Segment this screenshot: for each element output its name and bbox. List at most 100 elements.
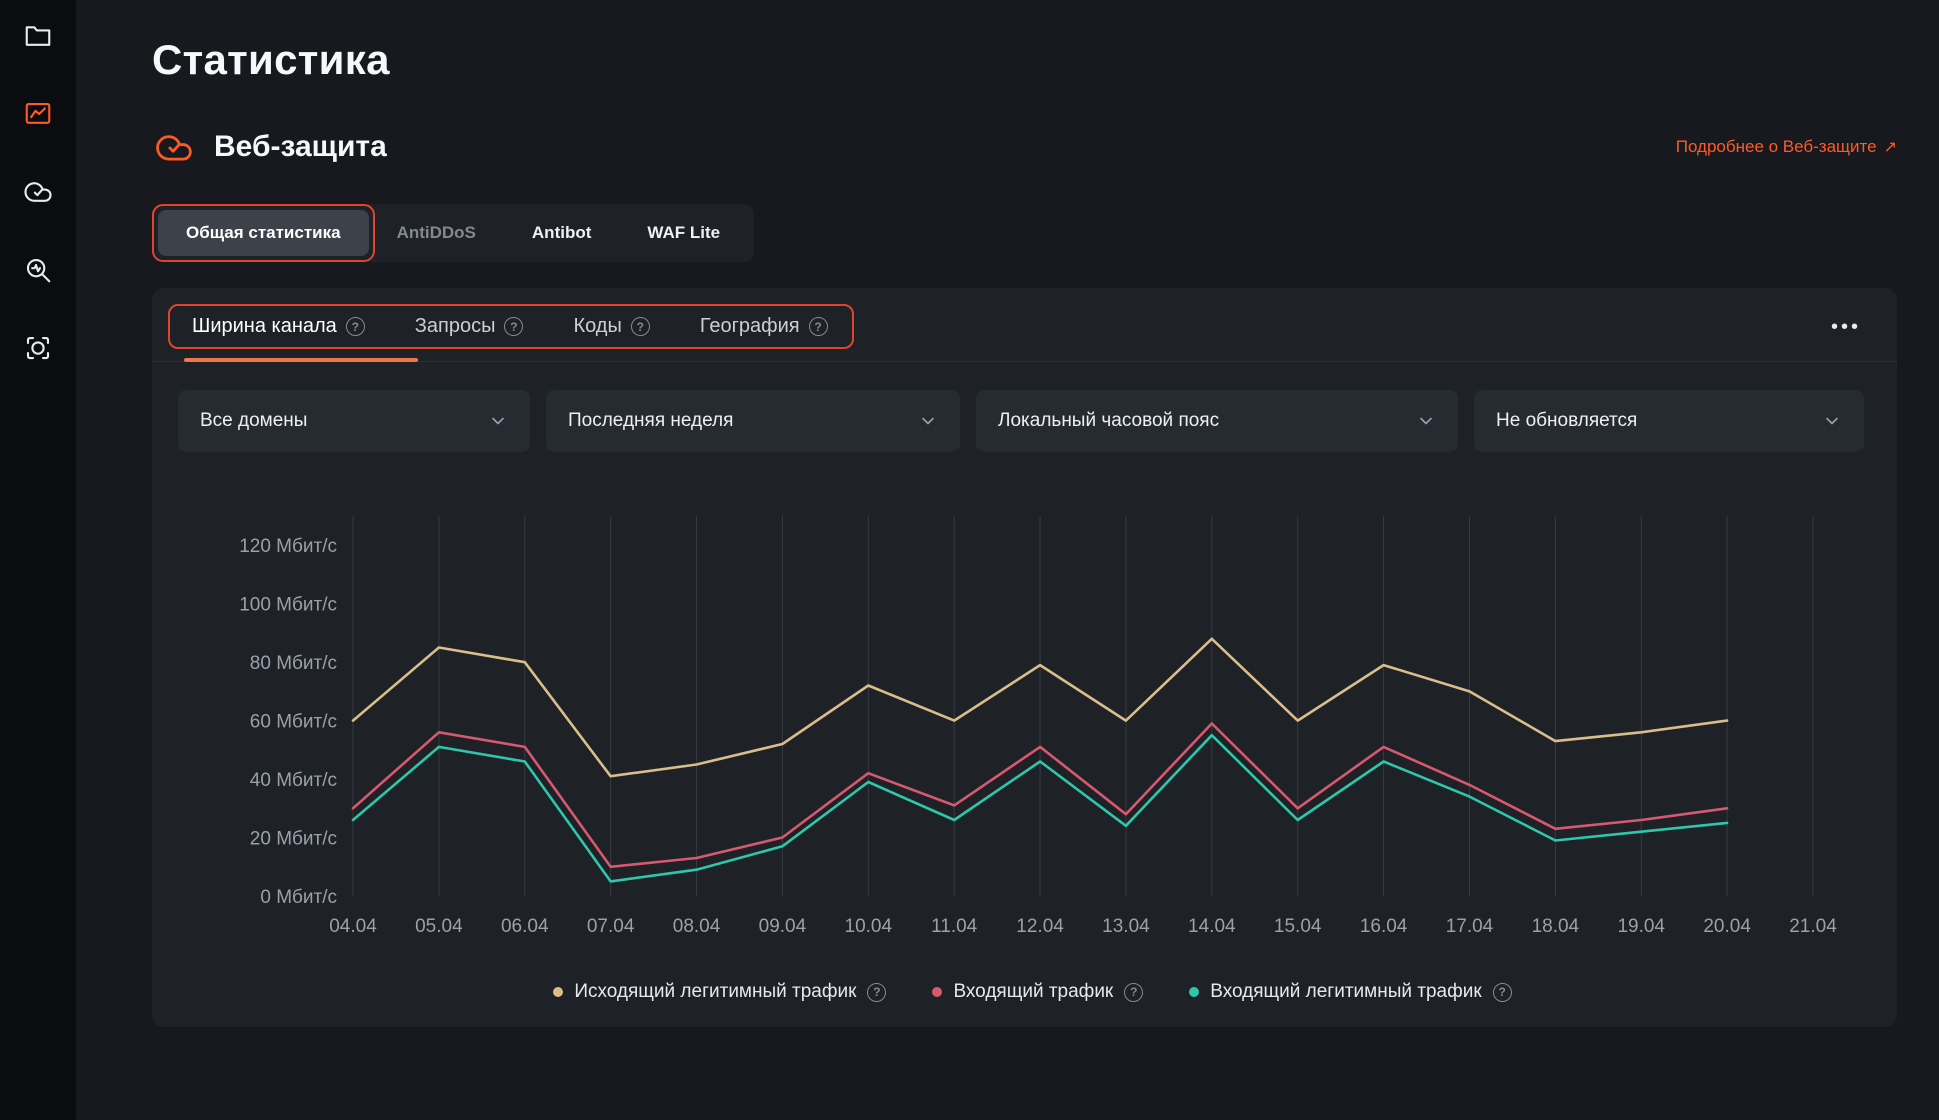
svg-text:10.04: 10.04 — [845, 916, 893, 937]
svg-text:19.04: 19.04 — [1617, 916, 1665, 937]
svg-text:20.04: 20.04 — [1703, 916, 1751, 937]
subtab-label: Запросы — [415, 315, 496, 338]
help-question-icon[interactable]: ? — [809, 317, 828, 336]
chevron-down-icon — [488, 411, 508, 431]
subtab-geography[interactable]: География ? — [700, 315, 828, 338]
svg-text:20 Мбит/с: 20 Мбит/с — [250, 829, 337, 850]
tab-label: WAF Lite — [647, 223, 720, 242]
filters-row: Все домены Последняя неделя Локальный ча… — [152, 362, 1897, 452]
help-question-icon[interactable]: ? — [867, 983, 886, 1002]
sidebar-item-scan[interactable] — [22, 334, 54, 366]
svg-text:120 Мбит/с: 120 Мбит/с — [239, 536, 337, 557]
help-question-icon[interactable]: ? — [1124, 983, 1143, 1002]
details-link[interactable]: Подробнее о Веб-защите ↗ — [1676, 137, 1897, 157]
dropdown-value: Не обновляется — [1496, 410, 1637, 432]
scan-target-icon — [23, 333, 53, 368]
legend-item-outgoing-legit[interactable]: Исходящий легитимный трафик ? — [553, 981, 886, 1003]
subtab-codes[interactable]: Коды ? — [573, 315, 649, 338]
legend-label: Входящий легитимный трафик — [1210, 981, 1481, 1003]
more-options-button[interactable]: ••• — [1825, 313, 1867, 341]
svg-text:07.04: 07.04 — [587, 916, 635, 937]
app-window: Статистика Веб-защита Подробнее о Веб-за… — [0, 0, 1939, 1120]
legend-dot — [553, 987, 563, 997]
tab-label: Общая статистика — [186, 223, 341, 242]
domains-dropdown[interactable]: Все домены — [178, 390, 530, 452]
chevron-down-icon — [1416, 411, 1436, 431]
chart-area: 04.04 05.04 06.04 07.04 08.04 09.04 10.04 11.04… — [152, 452, 1897, 1003]
panel-header-divider — [152, 361, 1897, 362]
legend-label: Входящий трафик — [953, 981, 1113, 1003]
details-link-label: Подробнее о Веб-защите — [1676, 137, 1877, 157]
subtab-label: Ширина канала — [192, 315, 337, 338]
svg-text:21.04: 21.04 — [1789, 916, 1837, 937]
dropdown-value: Локальный часовой пояс — [998, 410, 1219, 432]
timezone-dropdown[interactable]: Локальный часовой пояс — [976, 390, 1458, 452]
subtab-bandwidth[interactable]: Ширина канала ? — [192, 315, 365, 338]
sidebar-item-analysis[interactable] — [22, 256, 54, 288]
page-title: Статистика — [152, 36, 1897, 84]
legend-item-incoming[interactable]: Входящий трафик ? — [932, 981, 1143, 1003]
statistics-panel: Ширина канала ? Запросы ? Коды ? Географ… — [152, 288, 1897, 1027]
svg-text:13.04: 13.04 — [1102, 916, 1150, 937]
chart-legend: Исходящий легитимный трафик ? Входящий т… — [178, 981, 1887, 1003]
sidebar-item-projects[interactable] — [22, 22, 54, 54]
legend-label: Исходящий легитимный трафик — [574, 981, 856, 1003]
web-protection-cloud-icon — [152, 128, 196, 166]
tab-label: AntiDDoS — [397, 223, 476, 242]
dropdown-value: Все домены — [200, 410, 307, 432]
svg-text:0 Мбит/с: 0 Мбит/с — [260, 887, 337, 908]
svg-text:40 Мбит/с: 40 Мбит/с — [250, 770, 337, 791]
sidebar-item-web-protection[interactable] — [22, 178, 54, 210]
tab-label: Antibot — [532, 223, 591, 242]
section-title: Веб-защита — [214, 130, 387, 164]
subtab-requests[interactable]: Запросы ? — [415, 315, 524, 338]
external-arrow-icon: ↗ — [1884, 137, 1897, 157]
tab-general-statistics[interactable]: Общая статистика — [158, 210, 369, 256]
svg-text:17.04: 17.04 — [1446, 916, 1494, 937]
svg-text:16.04: 16.04 — [1360, 916, 1408, 937]
help-question-icon[interactable]: ? — [1493, 983, 1512, 1002]
svg-text:05.04: 05.04 — [415, 916, 463, 937]
search-pulse-icon — [23, 255, 53, 290]
chevron-down-icon — [918, 411, 938, 431]
svg-text:12.04: 12.04 — [1016, 916, 1064, 937]
tab-antibot[interactable]: Antibot — [504, 210, 619, 256]
svg-text:11.04: 11.04 — [931, 916, 978, 937]
cloud-check-icon — [23, 177, 53, 212]
svg-text:100 Мбит/с: 100 Мбит/с — [239, 595, 337, 616]
folder-icon — [23, 21, 53, 56]
subtabs-annotation-box: Ширина канала ? Запросы ? Коды ? Географ… — [168, 304, 854, 349]
legend-item-incoming-legit[interactable]: Входящий легитимный трафик ? — [1189, 981, 1511, 1003]
chart-board-icon — [23, 99, 53, 134]
help-question-icon[interactable]: ? — [504, 317, 523, 336]
subtab-label: География — [700, 315, 800, 338]
svg-text:06.04: 06.04 — [501, 916, 549, 937]
svg-text:08.04: 08.04 — [673, 916, 721, 937]
period-dropdown[interactable]: Последняя неделя — [546, 390, 960, 452]
traffic-chart: 04.04 05.04 06.04 07.04 08.04 09.04 10.04 11.04… — [178, 504, 1838, 959]
svg-text:18.04: 18.04 — [1532, 916, 1580, 937]
svg-text:15.04: 15.04 — [1274, 916, 1322, 937]
refresh-dropdown[interactable]: Не обновляется — [1474, 390, 1864, 452]
sidebar — [0, 0, 76, 1120]
legend-dot — [1189, 987, 1199, 997]
tab-waf-lite[interactable]: WAF Lite — [619, 210, 748, 256]
chevron-down-icon — [1822, 411, 1842, 431]
tab-antiddos[interactable]: AntiDDoS — [369, 210, 504, 256]
svg-text:04.04: 04.04 — [329, 916, 377, 937]
section-header: Веб-защита Подробнее о Веб-защите ↗ — [152, 128, 1897, 166]
help-question-icon[interactable]: ? — [346, 317, 365, 336]
subtab-label: Коды — [573, 315, 621, 338]
help-question-icon[interactable]: ? — [631, 317, 650, 336]
svg-text:80 Мбит/с: 80 Мбит/с — [250, 653, 337, 674]
active-subtab-indicator — [184, 358, 418, 362]
svg-text:14.04: 14.04 — [1188, 916, 1236, 937]
panel-header: Ширина канала ? Запросы ? Коды ? Географ… — [152, 288, 1897, 361]
sidebar-item-statistics[interactable] — [22, 100, 54, 132]
svg-text:60 Мбит/с: 60 Мбит/с — [250, 712, 337, 733]
legend-dot — [932, 987, 942, 997]
main-content: Статистика Веб-защита Подробнее о Веб-за… — [76, 0, 1939, 1120]
dropdown-value: Последняя неделя — [568, 410, 733, 432]
svg-text:09.04: 09.04 — [759, 916, 807, 937]
main-tabs: Общая статистика AntiDDoS Antibot WAF Li… — [152, 204, 754, 262]
